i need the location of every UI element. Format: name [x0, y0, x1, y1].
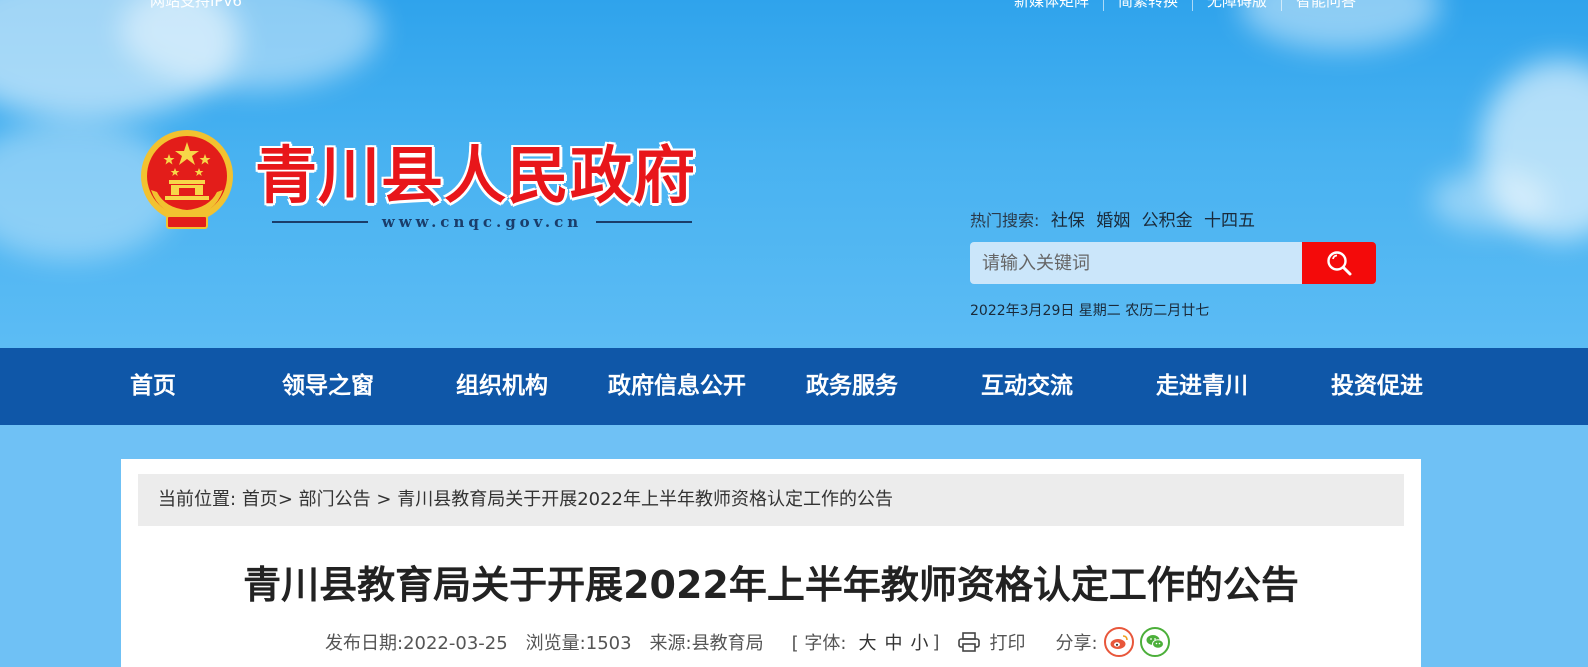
printer-icon	[958, 632, 981, 652]
main-nav: 首页 领导之窗 组织机构 政府信息公开 政务服务 互动交流 走进青川 投资促进	[0, 348, 1588, 425]
breadcrumb-home[interactable]: 首页	[242, 489, 278, 510]
breadcrumb-section[interactable]: 部门公告	[299, 489, 371, 510]
hot-search-label: 热门搜索:	[970, 211, 1040, 230]
topbar-link-accessibility[interactable]: 无障碍版	[1193, 0, 1283, 11]
breadcrumb-separator: >	[376, 489, 392, 510]
nav-item-leaders[interactable]: 领导之窗	[282, 348, 374, 425]
print-label: 打印	[989, 633, 1026, 654]
hot-keyword-housing-fund[interactable]: 公积金	[1142, 211, 1193, 231]
wechat-share-button[interactable]	[1139, 627, 1170, 657]
weibo-share-button[interactable]	[1103, 627, 1134, 657]
topbar-link-new-media[interactable]: 新媒体矩阵	[1000, 0, 1105, 11]
article-meta: 发布日期:2022-03-25 浏览量:1503 来源:县教育局 [ 字体: 大…	[325, 627, 1170, 657]
nav-item-about-qingchuan[interactable]: 走进青川	[1156, 348, 1248, 425]
nav-item-gov-info[interactable]: 政府信息公开	[608, 348, 746, 425]
article-title: 青川县教育局关于开展2022年上半年教师资格认定工作的公告	[243, 563, 1299, 607]
ipv6-notice: 网站支持IPv6	[150, 0, 242, 10]
hot-search: 热门搜索: 社保 婚姻 公积金 十四五	[970, 206, 1255, 231]
font-size-label: [ 字体:	[791, 633, 847, 654]
view-count: 浏览量:1503	[525, 633, 632, 654]
cloud-decoration	[1430, 170, 1550, 230]
current-date: 2022年3月29日 星期二 农历二月廿七	[970, 303, 1210, 319]
font-size-medium[interactable]: 中	[884, 629, 902, 655]
breadcrumb: 当前位置: 首页> 部门公告 > 青川县教育局关于开展2022年上半年教师资格认…	[138, 474, 1404, 526]
nav-item-gov-services[interactable]: 政务服务	[806, 348, 898, 425]
nav-item-investment[interactable]: 投资促进	[1331, 348, 1423, 425]
hot-keyword-social-security[interactable]: 社保	[1051, 211, 1085, 231]
site-domain-row: www.cnqc.gov.cn	[272, 210, 693, 234]
font-size-close: ]	[932, 631, 940, 653]
divider	[596, 221, 693, 223]
article-source: 来源:县教育局	[649, 633, 764, 654]
divider	[272, 221, 368, 223]
hot-keyword-marriage[interactable]: 婚姻	[1096, 211, 1130, 231]
topbar-link-smart-qa[interactable]: 智能问答	[1282, 0, 1370, 11]
site-title[interactable]: 青川县人民政府	[255, 138, 696, 214]
publish-date: 发布日期:2022-03-25	[325, 633, 508, 654]
print-button[interactable]: 打印	[957, 629, 1025, 655]
topbar-links: 新媒体矩阵 简繁转换 无障碍版 智能问答	[1000, 0, 1370, 11]
search-icon	[1327, 251, 1352, 276]
nav-item-interaction[interactable]: 互动交流	[981, 348, 1073, 425]
breadcrumb-prefix: 当前位置:	[158, 489, 237, 510]
nav-item-organization[interactable]: 组织机构	[456, 348, 548, 425]
national-emblem-icon[interactable]	[137, 128, 237, 232]
search-button[interactable]	[1302, 242, 1376, 284]
search-input[interactable]	[970, 242, 1303, 284]
article-container: 当前位置: 首页> 部门公告 > 青川县教育局关于开展2022年上半年教师资格认…	[121, 459, 1421, 667]
font-size-large[interactable]: 大	[858, 629, 876, 655]
breadcrumb-separator: >	[277, 489, 293, 510]
breadcrumb-current[interactable]: 青川县教育局关于开展2022年上半年教师资格认定工作的公告	[397, 489, 893, 510]
wechat-icon	[1146, 635, 1164, 649]
weibo-icon	[1110, 635, 1128, 649]
share-group: 分享:	[1055, 627, 1170, 657]
site-domain: www.cnqc.gov.cn	[381, 213, 583, 231]
share-label: 分享:	[1055, 633, 1098, 654]
hot-keyword-14th-five-year[interactable]: 十四五	[1204, 211, 1255, 231]
site-header: 网站支持IPv6 新媒体矩阵 简繁转换 无障碍版 智能问答 青川县人民政府 ww…	[0, 0, 1588, 348]
font-size-small[interactable]: 小	[910, 629, 928, 655]
nav-item-home[interactable]: 首页	[130, 348, 176, 425]
topbar-link-simplified-traditional[interactable]: 简繁转换	[1104, 0, 1194, 11]
